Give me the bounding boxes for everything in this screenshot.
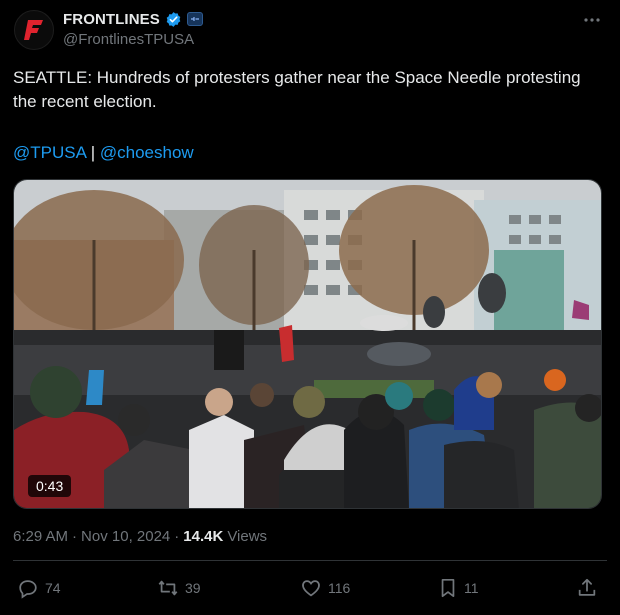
reply-button[interactable]: 74 (17, 577, 61, 599)
mention-separator: | (90, 143, 96, 162)
reply-count: 74 (45, 580, 61, 596)
tweet-meta: 6:29 AM · Nov 10, 2024 · 14.4K Views (13, 528, 267, 545)
repost-icon (158, 580, 178, 596)
tweet-date[interactable]: Nov 10, 2024 (81, 528, 170, 545)
meta-dot: · (72, 528, 78, 545)
tweet-mentions: @TPUSA | @choeshow (13, 141, 194, 165)
share-icon (578, 578, 596, 596)
tweet-text: SEATTLE: Hundreds of protesters gather n… (13, 68, 586, 111)
repost-count: 39 (185, 580, 201, 596)
verified-badge-icon[interactable] (165, 11, 182, 28)
bookmark-count: 11 (464, 580, 479, 596)
reply-icon (19, 580, 37, 599)
frontlines-logo-icon (24, 20, 43, 40)
repost-button[interactable]: 39 (157, 577, 201, 599)
video-player[interactable]: 0:43 (13, 179, 602, 509)
divider (13, 560, 607, 561)
avatar[interactable] (14, 10, 54, 50)
like-count: 116 (328, 580, 351, 596)
video-frame (14, 180, 601, 508)
video-duration-badge: 0:43 (28, 475, 72, 497)
affiliation-badge-icon[interactable] (186, 12, 203, 26)
bookmark-icon (441, 578, 455, 598)
like-button[interactable]: 116 (300, 577, 350, 599)
author-handle[interactable]: @FrontlinesTPUSA (63, 31, 203, 48)
heart-icon (302, 580, 320, 597)
tweet-header: FRONTLINES @FrontlinesTPUSA (14, 6, 606, 50)
more-options-icon[interactable] (582, 10, 602, 30)
display-name[interactable]: FRONTLINES (63, 11, 160, 28)
author-names: FRONTLINES @FrontlinesTPUSA (63, 9, 203, 48)
mention-tpusa[interactable]: @TPUSA (13, 143, 86, 162)
mention-choeshow[interactable]: @choeshow (100, 143, 194, 162)
action-bar: 74 39 116 11 (13, 572, 607, 606)
tweet-time[interactable]: 6:29 AM (13, 528, 68, 545)
share-button[interactable] (576, 577, 598, 599)
meta-dot-2: · (174, 528, 180, 545)
views-count: 14.4K (183, 528, 224, 545)
views-label: Views (227, 528, 268, 545)
bookmark-button[interactable]: 11 (438, 577, 479, 599)
